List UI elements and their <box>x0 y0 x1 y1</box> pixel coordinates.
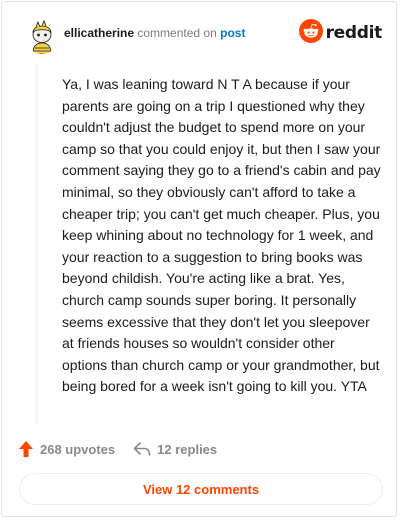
post-link[interactable]: post <box>220 26 245 40</box>
comment-card: ellicatherine commented on post reddit Y… <box>1 1 397 517</box>
reply-button[interactable]: 12 replies <box>133 441 217 457</box>
comment-actions: 268 upvotes 12 replies <box>18 438 217 460</box>
view-comments-button[interactable]: View 12 comments <box>19 473 383 505</box>
upvote-button[interactable]: 268 upvotes <box>18 440 115 458</box>
thread-line[interactable] <box>36 64 37 424</box>
comment-meta: ellicatherine commented on post <box>64 26 245 40</box>
reddit-wordmark: reddit <box>325 23 383 43</box>
comment-header: ellicatherine commented on post reddit <box>16 14 382 58</box>
upvote-arrow-icon <box>18 440 34 458</box>
username-link[interactable]: ellicatherine <box>64 26 134 40</box>
reddit-logo-icon <box>298 18 323 48</box>
comment-body: Ya, I was leaning toward N T A because i… <box>62 76 381 395</box>
replies-count: 12 replies <box>157 441 218 457</box>
upvotes-count: 268 upvotes <box>40 441 116 457</box>
action-text: commented on <box>137 26 217 40</box>
reddit-logo[interactable]: reddit <box>298 18 383 48</box>
snoo-avatar-icon[interactable] <box>24 18 60 54</box>
reply-arrow-icon <box>133 441 151 457</box>
